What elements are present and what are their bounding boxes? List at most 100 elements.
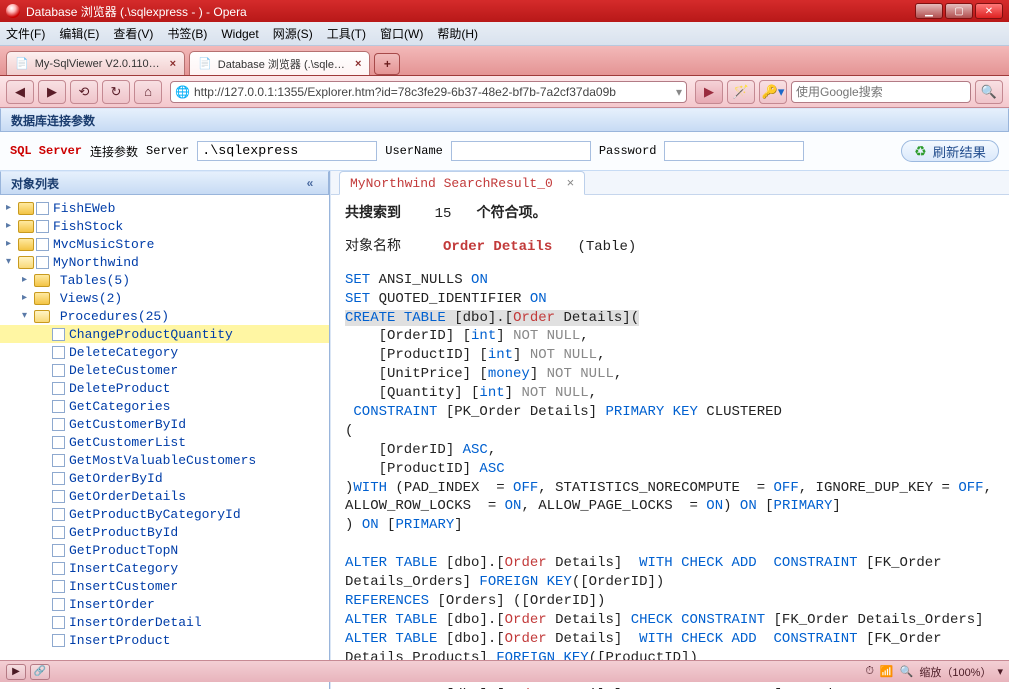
tree-label: GetProductById: [69, 525, 178, 540]
password-input[interactable]: [664, 141, 804, 161]
tree-procedure[interactable]: GetMostValuableCustomers: [0, 451, 329, 469]
search-button[interactable]: 🔍: [975, 80, 1003, 104]
username-input[interactable]: [451, 141, 591, 161]
db-icon: [36, 220, 49, 233]
tree-procedure[interactable]: DeleteCustomer: [0, 361, 329, 379]
tree-procedures[interactable]: ▾ Procedures(25): [0, 307, 329, 325]
search-engine-button[interactable]: 🔑▾: [759, 80, 787, 104]
url-box[interactable]: 🌐 ▾: [170, 81, 687, 103]
tree-label: GetCustomerList: [69, 435, 186, 450]
server-input[interactable]: [197, 141, 377, 161]
tree-procedure[interactable]: GetCustomerList: [0, 433, 329, 451]
tab-database-explorer[interactable]: 📄 Database 浏览器 (.\sqle… ×: [189, 51, 370, 75]
wand-button[interactable]: 🪄: [727, 80, 755, 104]
proc-icon: [52, 364, 65, 377]
menu-view[interactable]: 查看(V): [113, 25, 153, 42]
object-name: Order Details: [443, 239, 552, 255]
search-input[interactable]: [796, 85, 966, 99]
menu-bookmarks[interactable]: 书签(B): [167, 25, 207, 42]
tree-procedure[interactable]: GetCustomerById: [0, 415, 329, 433]
object-tree[interactable]: ▸FishEWeb▸FishStock▸MvcMusicStore ▾MyNor…: [0, 195, 329, 689]
close-icon[interactable]: ×: [567, 175, 575, 190]
proc-icon: [52, 454, 65, 467]
tree-label: DeleteCustomer: [69, 363, 178, 378]
back-button[interactable]: ◀: [6, 80, 34, 104]
collapse-icon[interactable]: «: [302, 176, 318, 190]
rewind-button[interactable]: ⟲: [70, 80, 98, 104]
minimize-button[interactable]: ▁: [915, 3, 943, 19]
menu-tools[interactable]: 工具(T): [327, 25, 366, 42]
tree-procedure[interactable]: InsertCategory: [0, 559, 329, 577]
tree-procedure[interactable]: InsertOrder: [0, 595, 329, 613]
tree-label: Views(2): [60, 291, 122, 306]
tree-procedure[interactable]: GetOrderDetails: [0, 487, 329, 505]
window-titlebar: Database 浏览器 (.\sqlexpress - ) - Opera ▁…: [0, 0, 1009, 22]
tree-db[interactable]: ▾MyNorthwind: [0, 253, 329, 271]
tree-procedure[interactable]: InsertCustomer: [0, 577, 329, 595]
tree-label: ChangeProductQuantity: [69, 327, 233, 342]
tree-views[interactable]: ▸ Views(2): [0, 289, 329, 307]
server-type-label: SQL Server: [10, 144, 82, 158]
close-button[interactable]: ✕: [975, 3, 1003, 19]
tree-label: GetCategories: [69, 399, 170, 414]
menu-feeds[interactable]: 网源(S): [273, 25, 313, 42]
chevron-down-icon[interactable]: ▾: [997, 665, 1003, 678]
tree-db[interactable]: ▸MvcMusicStore: [0, 235, 329, 253]
window-title: Database 浏览器 (.\sqlexpress - ) - Opera: [26, 3, 247, 20]
tree-procedure[interactable]: GetProductByCategoryId: [0, 505, 329, 523]
summary-prefix: 共搜索到: [345, 206, 401, 222]
zoom-icon[interactable]: 🔍: [900, 665, 914, 678]
proc-icon: [52, 598, 65, 611]
folder-icon: [18, 202, 34, 215]
reload-button[interactable]: ↻: [102, 80, 130, 104]
menu-file[interactable]: 文件(F): [6, 25, 45, 42]
url-input[interactable]: [194, 85, 676, 99]
tree-procedure[interactable]: InsertProduct: [0, 631, 329, 649]
tree-procedure[interactable]: GetCategories: [0, 397, 329, 415]
proc-icon: [52, 562, 65, 575]
tab-close-icon[interactable]: ×: [355, 58, 361, 70]
lock-icon: 📶: [880, 665, 894, 678]
tree-procedure[interactable]: GetProductTopN: [0, 541, 329, 559]
page-icon: 📄: [15, 57, 29, 70]
menu-window[interactable]: 窗口(W): [380, 25, 423, 42]
panel-toggle-button[interactable]: ▶: [6, 664, 26, 680]
home-button[interactable]: ⌂: [134, 80, 162, 104]
sync-button[interactable]: 🔗: [30, 664, 50, 680]
proc-icon: [52, 346, 65, 359]
menu-widget[interactable]: Widget: [221, 27, 258, 41]
result-tab[interactable]: MyNorthwind SearchResult_0 ×: [339, 171, 585, 195]
folder-icon: [34, 292, 50, 305]
dropdown-icon[interactable]: ▾: [676, 85, 682, 99]
tree-procedure[interactable]: DeleteCategory: [0, 343, 329, 361]
page-icon: 📄: [198, 57, 212, 70]
tree-procedure[interactable]: GetProductById: [0, 523, 329, 541]
new-tab-button[interactable]: +: [374, 53, 400, 75]
tree-db[interactable]: ▸FishEWeb: [0, 199, 329, 217]
object-name-label: 对象名称: [345, 239, 401, 255]
turbo-icon[interactable]: ⏱: [865, 665, 874, 678]
content-area: MyNorthwind SearchResult_0 × 共搜索到 15 个符合…: [330, 171, 1009, 689]
tree-procedure[interactable]: GetOrderById: [0, 469, 329, 487]
go-button[interactable]: ▶: [695, 80, 723, 104]
menu-edit[interactable]: 编辑(E): [59, 25, 99, 42]
tree-procedure[interactable]: InsertOrderDetail: [0, 613, 329, 631]
tree-tables[interactable]: ▸ Tables(5): [0, 271, 329, 289]
tree-label: MyNorthwind: [53, 255, 139, 270]
tree-procedure[interactable]: DeleteProduct: [0, 379, 329, 397]
browser-tabstrip: 📄 My-SqlViewer V2.0.110… × 📄 Database 浏览…: [0, 46, 1009, 76]
menu-help[interactable]: 帮助(H): [437, 25, 478, 42]
username-label: UserName: [385, 144, 443, 158]
refresh-button[interactable]: ♻ 刷新结果: [901, 140, 999, 162]
folder-icon: [34, 274, 50, 287]
db-icon: [36, 202, 49, 215]
tab-close-icon[interactable]: ×: [170, 58, 176, 70]
tree-db[interactable]: ▸FishStock: [0, 217, 329, 235]
tree-procedure[interactable]: ChangeProductQuantity: [0, 325, 329, 343]
tree-label: FishEWeb: [53, 201, 115, 216]
tab-sqlviewer[interactable]: 📄 My-SqlViewer V2.0.110… ×: [6, 51, 185, 75]
forward-button[interactable]: ▶: [38, 80, 66, 104]
search-box[interactable]: [791, 81, 971, 103]
proc-icon: [52, 436, 65, 449]
maximize-button[interactable]: ▢: [945, 3, 973, 19]
